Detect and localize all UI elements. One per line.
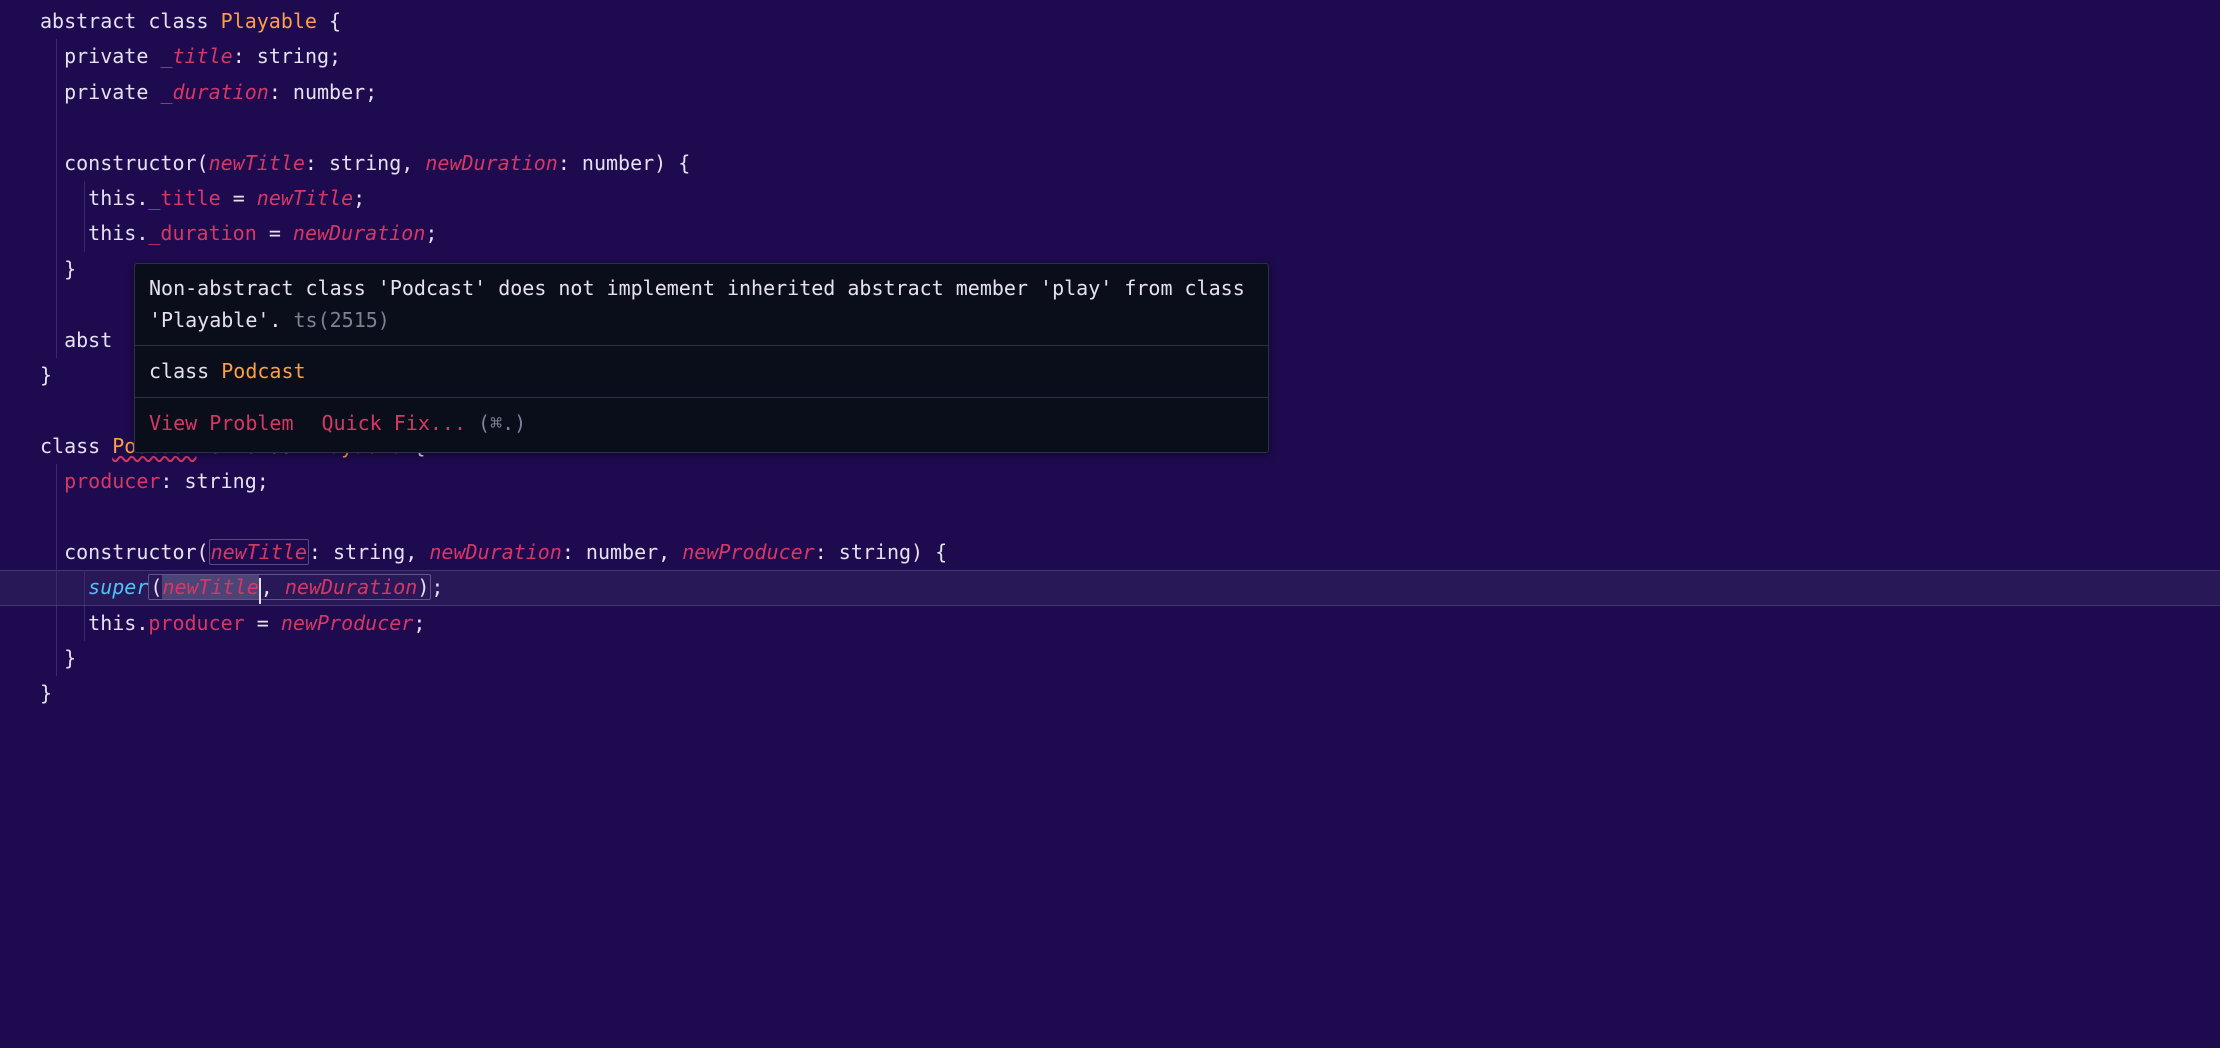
type-number: number bbox=[293, 80, 365, 104]
hover-signature-section: class Podcast bbox=[135, 346, 1268, 397]
code-line[interactable]: } bbox=[0, 641, 2220, 676]
field-duration: _duration bbox=[160, 80, 268, 104]
param-newtitle: newTitle bbox=[209, 151, 305, 175]
param-newduration: newDuration bbox=[425, 151, 557, 175]
code-line[interactable]: } bbox=[0, 676, 2220, 711]
code-line[interactable]: private _title: string; bbox=[0, 39, 2220, 74]
hover-actions-section: View Problem Quick Fix... (⌘.) bbox=[135, 398, 1268, 451]
this-keyword: this bbox=[88, 186, 136, 210]
ref-newtitle: newTitle bbox=[257, 186, 353, 210]
hover-error-code: ts(2515) bbox=[294, 308, 390, 332]
text-cursor bbox=[259, 578, 261, 604]
keyword-abstract: abstract bbox=[40, 9, 136, 33]
field-producer: producer bbox=[64, 469, 160, 493]
keyword-abstract-partial: abst bbox=[64, 328, 112, 352]
hover-sig-class-kw: class bbox=[149, 359, 209, 383]
member-title: _title bbox=[148, 186, 220, 210]
ref-newproducer: newProducer bbox=[281, 611, 413, 635]
hover-message-section: Non-abstract class 'Podcast' does not im… bbox=[135, 264, 1268, 345]
ref-newduration: newDuration bbox=[293, 221, 425, 245]
ref-newtitle-selected: newTitle bbox=[162, 575, 258, 599]
code-line-active[interactable]: super(newTitle, newDuration); bbox=[0, 570, 2220, 605]
member-duration: _duration bbox=[148, 221, 256, 245]
code-line[interactable] bbox=[0, 499, 2220, 534]
code-line[interactable]: this._duration = newDuration; bbox=[0, 216, 2220, 251]
brace-open: { bbox=[329, 9, 341, 33]
code-line[interactable]: this.producer = newProducer; bbox=[0, 606, 2220, 641]
classname-playable: Playable bbox=[221, 9, 317, 33]
param-newtitle-boxed: newTitle bbox=[209, 539, 309, 565]
code-editor[interactable]: abstract class Playable { private _title… bbox=[0, 4, 2220, 712]
view-problem-link[interactable]: View Problem bbox=[149, 411, 294, 435]
code-line[interactable]: constructor(newTitle: string, newDuratio… bbox=[0, 146, 2220, 181]
code-line[interactable] bbox=[0, 110, 2220, 145]
code-line[interactable]: private _duration: number; bbox=[0, 75, 2220, 110]
type-string: string bbox=[257, 44, 329, 68]
code-line[interactable]: abstract class Playable { bbox=[0, 4, 2220, 39]
hover-sig-classname: Podcast bbox=[221, 359, 305, 383]
keyword-private: private bbox=[64, 44, 148, 68]
code-line[interactable]: this._title = newTitle; bbox=[0, 181, 2220, 216]
param-newproducer: newProducer bbox=[682, 540, 814, 564]
member-producer: producer bbox=[148, 611, 244, 635]
super-keyword: super bbox=[88, 575, 148, 599]
quick-fix-link[interactable]: Quick Fix... (⌘.) bbox=[322, 411, 527, 435]
field-title: _title bbox=[160, 44, 232, 68]
code-line[interactable]: producer: string; bbox=[0, 464, 2220, 499]
keyword-private: private bbox=[64, 80, 148, 104]
error-hover-tooltip[interactable]: Non-abstract class 'Podcast' does not im… bbox=[134, 263, 1269, 453]
code-line[interactable]: constructor(newTitle: string, newDuratio… bbox=[0, 535, 2220, 570]
keyword-class: class bbox=[148, 9, 208, 33]
quick-fix-shortcut: (⌘.) bbox=[478, 411, 526, 435]
keyword-constructor: constructor bbox=[64, 151, 196, 175]
